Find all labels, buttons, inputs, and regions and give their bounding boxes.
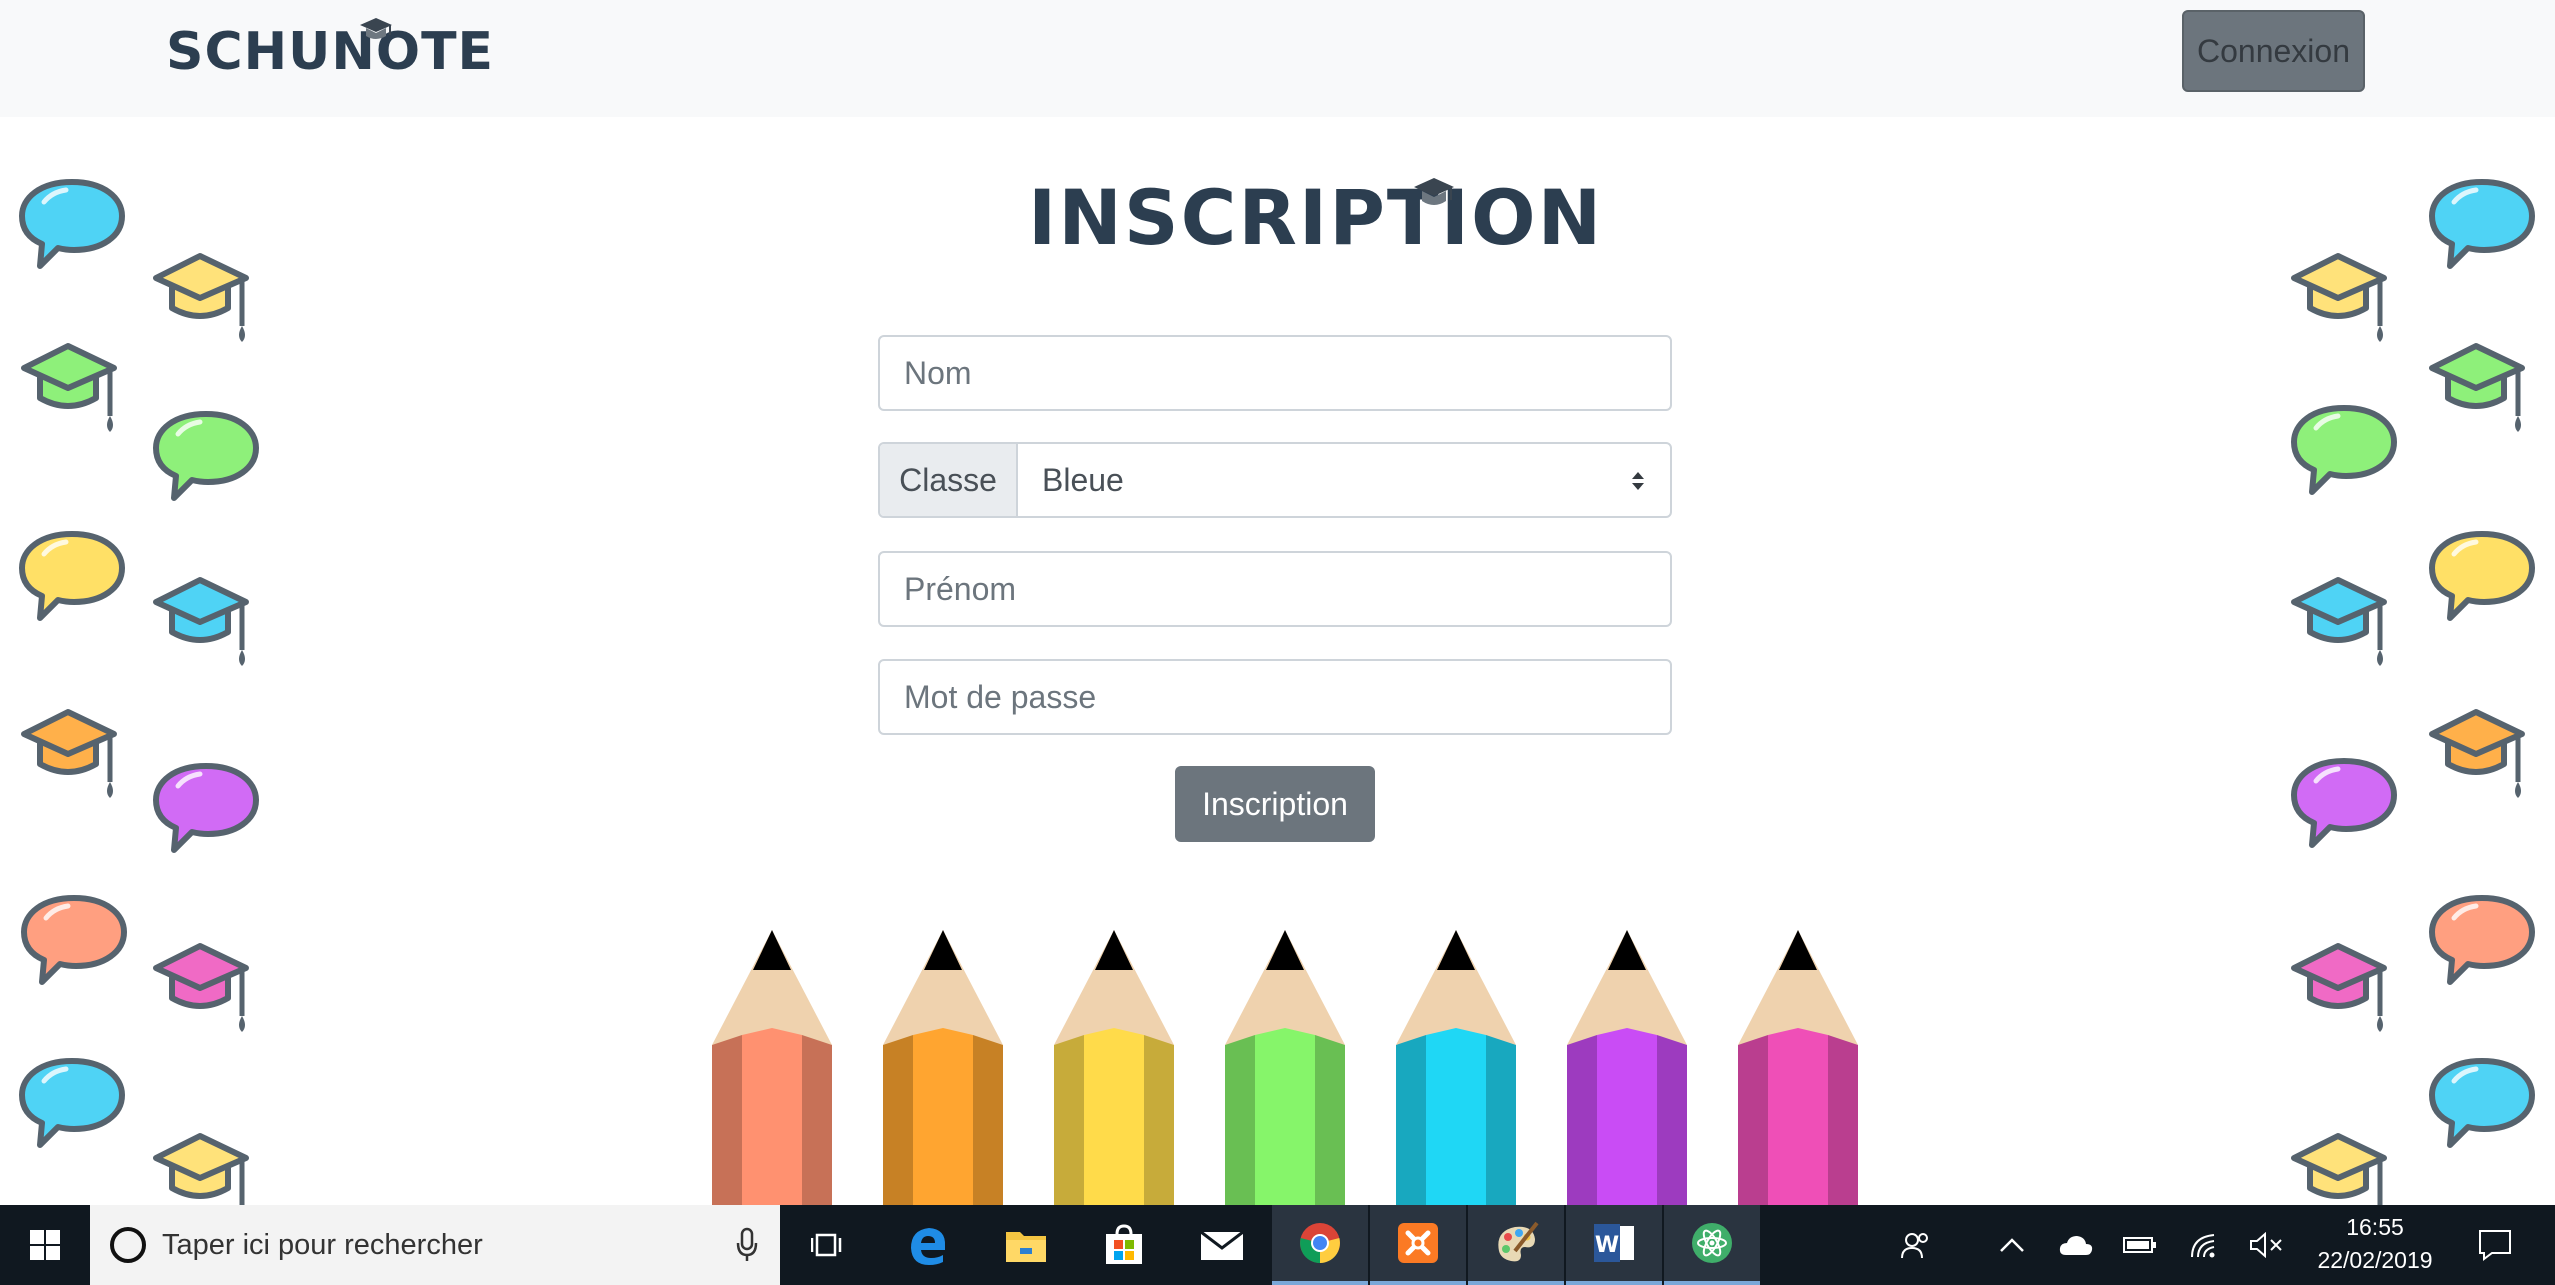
prenom-input[interactable]: [878, 551, 1672, 627]
taskbar-app-atom[interactable]: [1664, 1205, 1760, 1285]
microphone-icon[interactable]: [736, 1227, 758, 1263]
pencil: [1567, 930, 1687, 1205]
graduation-cap-icon: [152, 1130, 252, 1205]
page-title: INSCRIPTION: [1028, 173, 1604, 262]
speech-bubble-icon: [2290, 402, 2398, 503]
classe-select[interactable]: Bleue: [1018, 444, 1670, 516]
onedrive-button[interactable]: [2046, 1205, 2106, 1285]
speech-bubble-icon: [2428, 528, 2536, 629]
xampp-icon: [1398, 1223, 1438, 1263]
speech-bubble-icon: [2290, 755, 2398, 856]
pencil: [712, 930, 832, 1205]
login-button[interactable]: Connexion: [2182, 10, 2365, 92]
graduation-cap-icon: [2290, 1130, 2390, 1205]
password-input[interactable]: [878, 659, 1672, 735]
select-arrows-icon: [1632, 472, 1644, 490]
speech-bubble-icon: [2428, 176, 2536, 277]
notifications-icon: [2479, 1230, 2511, 1261]
taskbar-app-word[interactable]: W: [1566, 1205, 1662, 1285]
graduation-cap-icon: [20, 706, 120, 807]
graduation-cap-icon: [2290, 940, 2390, 1041]
pencil: [883, 930, 1003, 1205]
task-view-icon: [811, 1233, 842, 1257]
speech-bubble-icon: [18, 176, 126, 277]
word-icon: W: [1594, 1224, 1634, 1262]
taskbar-app-edge[interactable]: [880, 1205, 976, 1285]
nom-input[interactable]: [878, 335, 1672, 411]
taskbar-app-store[interactable]: [1076, 1205, 1172, 1285]
navbar: SCHUNOTE Connexion: [0, 0, 2555, 117]
atom-icon: [1692, 1223, 1732, 1263]
chrome-icon: [1300, 1223, 1340, 1263]
page-title-block: INSCRIPTION: [1028, 168, 1601, 268]
store-icon: [1106, 1224, 1142, 1264]
task-view-button[interactable]: [780, 1205, 876, 1285]
graduation-cap-icon: [152, 940, 252, 1041]
action-center-button[interactable]: [2460, 1205, 2530, 1285]
volume-muted-icon: [2250, 1232, 2282, 1258]
speech-bubble-icon: [20, 892, 128, 993]
graduation-cap-icon: [1414, 178, 1454, 205]
mail-icon: [1200, 1230, 1244, 1260]
speech-bubble-icon: [18, 528, 126, 629]
taskbar-app-chrome[interactable]: [1272, 1205, 1368, 1285]
classe-selected-value: Bleue: [1042, 461, 1124, 498]
people-button[interactable]: [1886, 1205, 1946, 1285]
taskbar-search[interactable]: Taper ici pour rechercher: [90, 1205, 780, 1285]
network-button[interactable]: [2174, 1205, 2234, 1285]
volume-button[interactable]: [2236, 1205, 2296, 1285]
clock-time: 16:55: [2346, 1214, 2404, 1240]
graduation-cap-icon: [2290, 574, 2390, 675]
start-button[interactable]: [0, 1205, 90, 1285]
graduation-cap-icon: [152, 574, 252, 675]
brand-logo[interactable]: SCHUNOTE: [166, 18, 495, 82]
speech-bubble-icon: [2428, 1055, 2536, 1156]
classe-label: Classe: [880, 444, 1018, 516]
graduation-cap-icon: [360, 18, 392, 39]
cortana-icon: [110, 1227, 146, 1263]
file-explorer-icon: [1006, 1232, 1046, 1262]
taskbar-app-explorer[interactable]: [978, 1205, 1074, 1285]
search-placeholder: Taper ici pour rechercher: [162, 1228, 483, 1261]
svg-text:W: W: [1595, 1233, 1619, 1258]
brand-name: SCHUNOTE: [166, 22, 495, 82]
speech-bubble-icon: [152, 760, 260, 861]
speech-bubble-icon: [2428, 892, 2536, 993]
inscription-submit-button[interactable]: Inscription: [1175, 766, 1375, 842]
taskbar-app-mail[interactable]: [1174, 1205, 1270, 1285]
graduation-cap-icon: [2428, 340, 2528, 441]
classe-select-group: Classe Bleue: [878, 442, 1672, 518]
graduation-cap-icon: [2428, 706, 2528, 807]
cloud-icon: [2059, 1236, 2093, 1255]
pencil: [1738, 930, 1858, 1205]
graduation-cap-icon: [152, 250, 252, 351]
speech-bubble-icon: [152, 408, 260, 509]
battery-button[interactable]: [2110, 1205, 2170, 1285]
paint-icon: [1498, 1221, 1539, 1262]
clock-date: 22/02/2019: [2317, 1247, 2433, 1273]
pencil: [1054, 930, 1174, 1205]
speech-bubble-icon: [18, 1055, 126, 1156]
show-hidden-icons-button[interactable]: [1982, 1205, 2042, 1285]
wifi-icon: [2191, 1234, 2215, 1258]
people-icon: [1901, 1233, 1928, 1259]
taskbar-app-xampp[interactable]: [1370, 1205, 1466, 1285]
battery-icon: [2123, 1237, 2156, 1253]
windows-logo-icon: [30, 1230, 60, 1260]
graduation-cap-icon: [2290, 250, 2390, 351]
edge-icon: [911, 1228, 946, 1265]
graduation-cap-icon: [20, 340, 120, 441]
chevron-up-icon: [2000, 1238, 2024, 1252]
pencils-decoration: [712, 930, 1858, 1205]
taskbar-app-paint[interactable]: [1468, 1205, 1564, 1285]
pencil: [1396, 930, 1516, 1205]
pencil: [1225, 930, 1345, 1205]
windows-taskbar: Taper ici pour rechercher W 16:55 22/02/…: [0, 1205, 2555, 1285]
taskbar-clock[interactable]: 16:55 22/02/2019: [2300, 1211, 2450, 1277]
